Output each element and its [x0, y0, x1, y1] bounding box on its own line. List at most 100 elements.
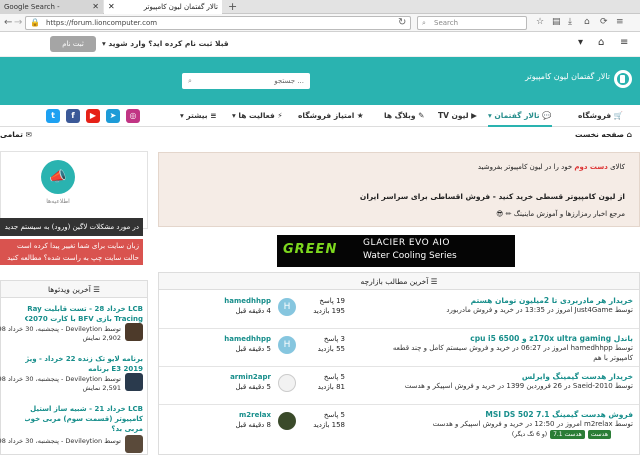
nav-label: وبلاگ ها [384, 111, 416, 120]
banner-brand: GREEN [283, 242, 338, 257]
video-thumbnail[interactable] [125, 435, 143, 453]
back-icon[interactable]: ← [4, 17, 12, 28]
last-post-user[interactable]: hamedhhpp [197, 334, 271, 344]
topic-title[interactable]: باندل z170x ultra gaming و cpu i5 6500 [470, 334, 633, 343]
breadcrumb: ⌂ صفحه نخست تمامی ✉ [0, 127, 640, 144]
last-post-user[interactable]: hamedhhpp [197, 296, 271, 306]
library-icon[interactable]: ▤ [552, 17, 561, 27]
twitter-icon[interactable]: t [46, 109, 60, 123]
register-button[interactable]: ثبت نام [50, 36, 96, 52]
video-item: LCB خرداد 28 - تست قابلیت Ray Tracing با… [0, 301, 147, 345]
breadcrumb-all[interactable]: تمامی ✉ [0, 130, 32, 139]
close-icon[interactable]: ✕ [108, 0, 115, 14]
video-title-line: LCB خرداد 28 - تست قابلیت Ray [27, 305, 143, 313]
home-icon[interactable]: ⌂ [598, 37, 604, 48]
video-title-line: E3 2019 برنامه [88, 365, 143, 373]
forward-icon[interactable]: → [14, 17, 22, 28]
announcement-line-2[interactable]: از لیون کامپیوتر قسطی خرید کنید - فروش ا… [360, 192, 625, 201]
topic-title[interactable]: خریدار هدست گیمینگ وایرلس [522, 372, 633, 381]
announcement-line-1[interactable]: کالای دست دوم خود را در لیون کامپیوتر بف… [478, 163, 625, 171]
video-title-line: LCB خرداد 21 - شبیه ساز استیل [30, 405, 143, 413]
last-post-time[interactable]: 5 دقیقه قبل [197, 344, 271, 354]
topic-views: 158 بازدید [313, 421, 345, 429]
topic-title[interactable]: خریدار هر مادربردی تا 2میلیون تومان هستم [471, 296, 633, 305]
nav-label: فعالیت ها [238, 111, 275, 120]
banner-subtitle: Water Cooling Series [363, 251, 457, 261]
avatar[interactable] [278, 412, 296, 430]
facebook-icon[interactable]: f [66, 109, 80, 123]
video-thumbnail[interactable] [125, 373, 143, 391]
star-icon[interactable]: ☆ [536, 17, 544, 27]
nav-forum[interactable]: 💬 تالار گفتمان ▾ [488, 105, 552, 127]
last-post-user[interactable]: armin2apr [197, 372, 271, 382]
instagram-icon[interactable]: ◎ [126, 109, 140, 123]
topic-row: باندل z170x ultra gaming و cpu i5 6500 ت… [159, 330, 639, 367]
tab-label: تالار گفتمان لیون کامپیوتر [143, 3, 218, 11]
video-item: LCB خرداد 21 - شبیه ساز استیل کامپیوتر (… [0, 401, 147, 455]
nav-activity[interactable]: ⚡ فعالیت ها ▾ [232, 105, 283, 127]
menu-icon[interactable]: ≡ [616, 17, 624, 27]
close-icon[interactable]: ✕ [92, 0, 99, 14]
home-browser-icon[interactable]: ⌂ [584, 17, 590, 27]
site-logo-text[interactable]: تالار گفتمان لیون کامپیوتر [520, 72, 610, 81]
nav-lion-tv[interactable]: ▶ لیون TV [438, 105, 477, 127]
tag-badge[interactable]: هدست [587, 430, 611, 439]
breadcrumb-all-label: تمامی [0, 130, 23, 139]
latest-marketplace-panel: ☰ آخرین مطالب بازارچه خریدار هر مادربردی… [158, 272, 640, 455]
topic-meta: کامپیوتر با هم [593, 354, 633, 362]
sync-icon[interactable]: ⟳ [600, 17, 608, 27]
video-thumbnail[interactable] [125, 323, 143, 341]
nav-store[interactable]: 🛒 فروشگاه [578, 105, 623, 127]
login-link[interactable]: قبلا ثبت نام کرده اید؟ وارد شوید ▾ [102, 36, 229, 52]
telegram-icon[interactable]: ➤ [106, 109, 120, 123]
last-post-time[interactable]: 5 دقیقه قبل [197, 382, 271, 392]
nav-more[interactable]: ≡ بیشتر ▾ [180, 105, 217, 127]
browser-tab-google[interactable]: Google Search - ✕ [0, 0, 103, 14]
youtube-icon[interactable]: ▶ [86, 109, 100, 123]
download-icon[interactable]: ⤓ [568, 17, 572, 27]
browser-tab-forum[interactable]: تالار گفتمان لیون کامپیوتر ✕ [104, 0, 222, 14]
ad-banner[interactable]: GREEN GLACIER EVO AIO Water Cooling Seri… [277, 235, 515, 267]
nav-blogs[interactable]: ✎ وبلاگ ها [384, 105, 424, 127]
video-title[interactable]: برنامه لایو تک زنده 22 خرداد - ویژه E3 2… [25, 354, 143, 374]
topic-meta: توسط Just4Game امروز در 13:35 در خرید و … [446, 306, 633, 314]
announcement-text: کالای [610, 163, 625, 171]
menu-icon[interactable]: ≡ [620, 37, 628, 48]
new-tab-icon[interactable]: + [228, 0, 237, 13]
latest-videos-panel: ☰ آخرین ویدئوها LCB خرداد 28 - تست قابلی… [0, 280, 148, 455]
video-title[interactable]: LCB خرداد 28 - تست قابلیت Ray Tracing با… [25, 304, 143, 324]
last-post-time[interactable]: 8 دقیقه قبل [197, 420, 271, 430]
login-issues-notice[interactable]: در مورد مشکلات لاگین (ورود) به سیستم جدی… [0, 218, 143, 236]
avatar[interactable]: H [278, 298, 296, 316]
topic-title[interactable]: فروش هدست گیمینگ MSI DS 502 7.1 [485, 410, 633, 419]
list-icon: ☰ [430, 277, 438, 286]
nav-store-points[interactable]: ★ امتیاز فروشگاه [298, 105, 364, 127]
avatar[interactable] [278, 374, 296, 392]
video-meta: توسط Devileytion - پنجشنبه، 30 خرداد 98 [0, 437, 121, 445]
breadcrumb-home-label: صفحه نخست [575, 130, 625, 139]
site-logo-icon[interactable] [614, 70, 632, 88]
chevron-down-icon[interactable]: ▾ [578, 37, 583, 48]
tag-badge[interactable]: هدست 7.1 [550, 430, 585, 439]
search-icon[interactable]: ⌕ [188, 73, 192, 89]
video-title[interactable]: LCB خرداد 21 - شبیه ساز استیل کامپیوتر (… [25, 404, 143, 434]
more-tags[interactable]: (و 6 تگ دیگر) [512, 431, 547, 438]
video-meta: توسط Devileytion - پنجشنبه، 30 خرداد 98 [0, 325, 121, 333]
breadcrumb-home[interactable]: ⌂ صفحه نخست [575, 130, 632, 139]
address-bar[interactable]: 🔒 https://forum.lioncomputer.com [25, 16, 411, 30]
browser-search-box[interactable]: ⌕ Search [417, 16, 527, 30]
site-top-bar: ثبت نام قبلا ثبت نام کرده اید؟ وارد شوید… [0, 32, 640, 57]
avatar[interactable]: H [278, 336, 296, 354]
topic-views: 195 بازدید [313, 307, 345, 315]
announcement-line-3[interactable]: مرجع اخبار رمزارزها و آموزش ماینینگ ✏ 😎 [496, 210, 625, 218]
nav-label: امتیاز فروشگاه [298, 111, 355, 120]
last-post-time[interactable]: 4 دقیقه قبل [197, 306, 271, 316]
nav-label: فروشگاه [578, 111, 612, 120]
language-notice[interactable]: زبان سایت برای شما تغییر پیدا کرده است ح… [0, 239, 143, 265]
topic-row: خریدار هدست گیمینگ وایرلس توسط Saeid-201… [159, 368, 639, 405]
last-post-user[interactable]: m2relax [197, 410, 271, 420]
site-search-input[interactable]: ⌕ جستجو ... [182, 73, 310, 89]
reload-icon[interactable]: ↻ [398, 17, 406, 28]
panel-heading: ☰ آخرین مطالب بازارچه [159, 273, 639, 290]
topic-meta: توسط hamedhhpp امروز در 06:27 در خرید و … [392, 344, 633, 352]
